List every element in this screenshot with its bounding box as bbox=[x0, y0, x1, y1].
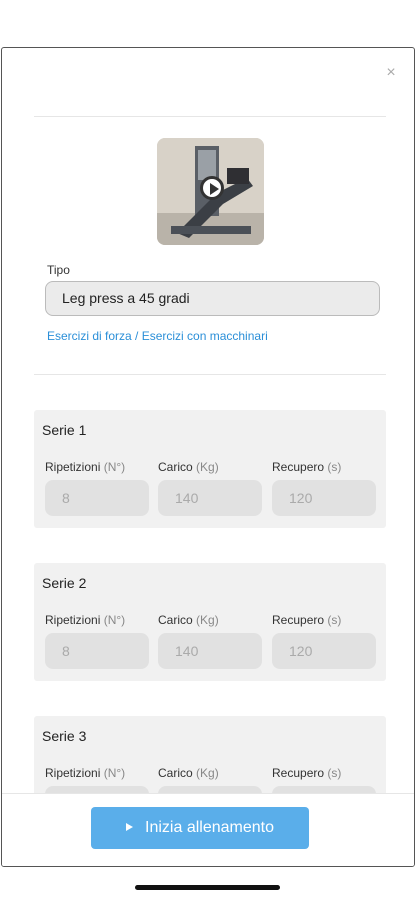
reps-label: Ripetizioni (N°) bbox=[45, 613, 126, 627]
serie-title: Serie 2 bbox=[42, 575, 87, 591]
type-label: Tipo bbox=[47, 263, 70, 277]
load-input[interactable]: 140 bbox=[158, 633, 262, 669]
reps-input[interactable]: 8 bbox=[45, 480, 149, 516]
play-icon bbox=[126, 823, 134, 831]
rest-column: Recupero (s) 120 bbox=[272, 460, 376, 516]
home-indicator[interactable] bbox=[135, 885, 280, 890]
rest-label: Recupero (s) bbox=[272, 460, 342, 474]
rest-input[interactable] bbox=[272, 786, 376, 793]
reps-column: Ripetizioni (N°) 8 bbox=[45, 460, 149, 516]
category-link[interactable]: Esercizi di forza / Esercizi con macchin… bbox=[47, 329, 268, 343]
load-label: Carico (Kg) bbox=[158, 613, 219, 627]
exercise-thumbnail[interactable] bbox=[157, 138, 264, 245]
serie-card: Serie 2 Ripetizioni (N°) 8 Carico (Kg) 1… bbox=[34, 563, 386, 681]
exercise-content[interactable]: Tipo Leg press a 45 gradi Esercizi di fo… bbox=[24, 48, 396, 793]
serie-card: Serie 1 Ripetizioni (N°) 8 Carico (Kg) 1… bbox=[34, 410, 386, 528]
load-column: Carico (Kg) 140 bbox=[158, 613, 262, 669]
footer-bar: Inizia allenamento bbox=[2, 793, 414, 866]
load-column: Carico (Kg) bbox=[158, 766, 262, 793]
reps-column: Ripetizioni (N°) 8 bbox=[45, 613, 149, 669]
load-label: Carico (Kg) bbox=[158, 460, 219, 474]
rest-column: Recupero (s) bbox=[272, 766, 376, 793]
reps-label: Ripetizioni (N°) bbox=[45, 460, 126, 474]
section-divider bbox=[34, 374, 386, 375]
load-column: Carico (Kg) 140 bbox=[158, 460, 262, 516]
rest-column: Recupero (s) 120 bbox=[272, 613, 376, 669]
exercise-sheet: × Tipo Leg press a 45 gradi Esercizi di … bbox=[1, 47, 415, 867]
serie-title: Serie 1 bbox=[42, 422, 87, 438]
start-workout-label: Inizia allenamento bbox=[145, 819, 274, 836]
serie-card: Serie 3 Ripetizioni (N°) Carico (Kg) Rec… bbox=[34, 716, 386, 793]
load-input[interactable] bbox=[158, 786, 262, 793]
serie-title: Serie 3 bbox=[42, 728, 87, 744]
reps-column: Ripetizioni (N°) bbox=[45, 766, 149, 793]
reps-input[interactable] bbox=[45, 786, 149, 793]
rest-label: Recupero (s) bbox=[272, 613, 342, 627]
reps-input[interactable]: 8 bbox=[45, 633, 149, 669]
play-icon[interactable] bbox=[200, 176, 224, 200]
start-workout-button[interactable]: Inizia allenamento bbox=[91, 807, 309, 849]
rest-input[interactable]: 120 bbox=[272, 480, 376, 516]
reps-label: Ripetizioni (N°) bbox=[45, 766, 126, 780]
rest-label: Recupero (s) bbox=[272, 766, 342, 780]
load-input[interactable]: 140 bbox=[158, 480, 262, 516]
top-divider bbox=[34, 116, 386, 117]
type-field[interactable]: Leg press a 45 gradi bbox=[45, 281, 380, 316]
rest-input[interactable]: 120 bbox=[272, 633, 376, 669]
load-label: Carico (Kg) bbox=[158, 766, 219, 780]
